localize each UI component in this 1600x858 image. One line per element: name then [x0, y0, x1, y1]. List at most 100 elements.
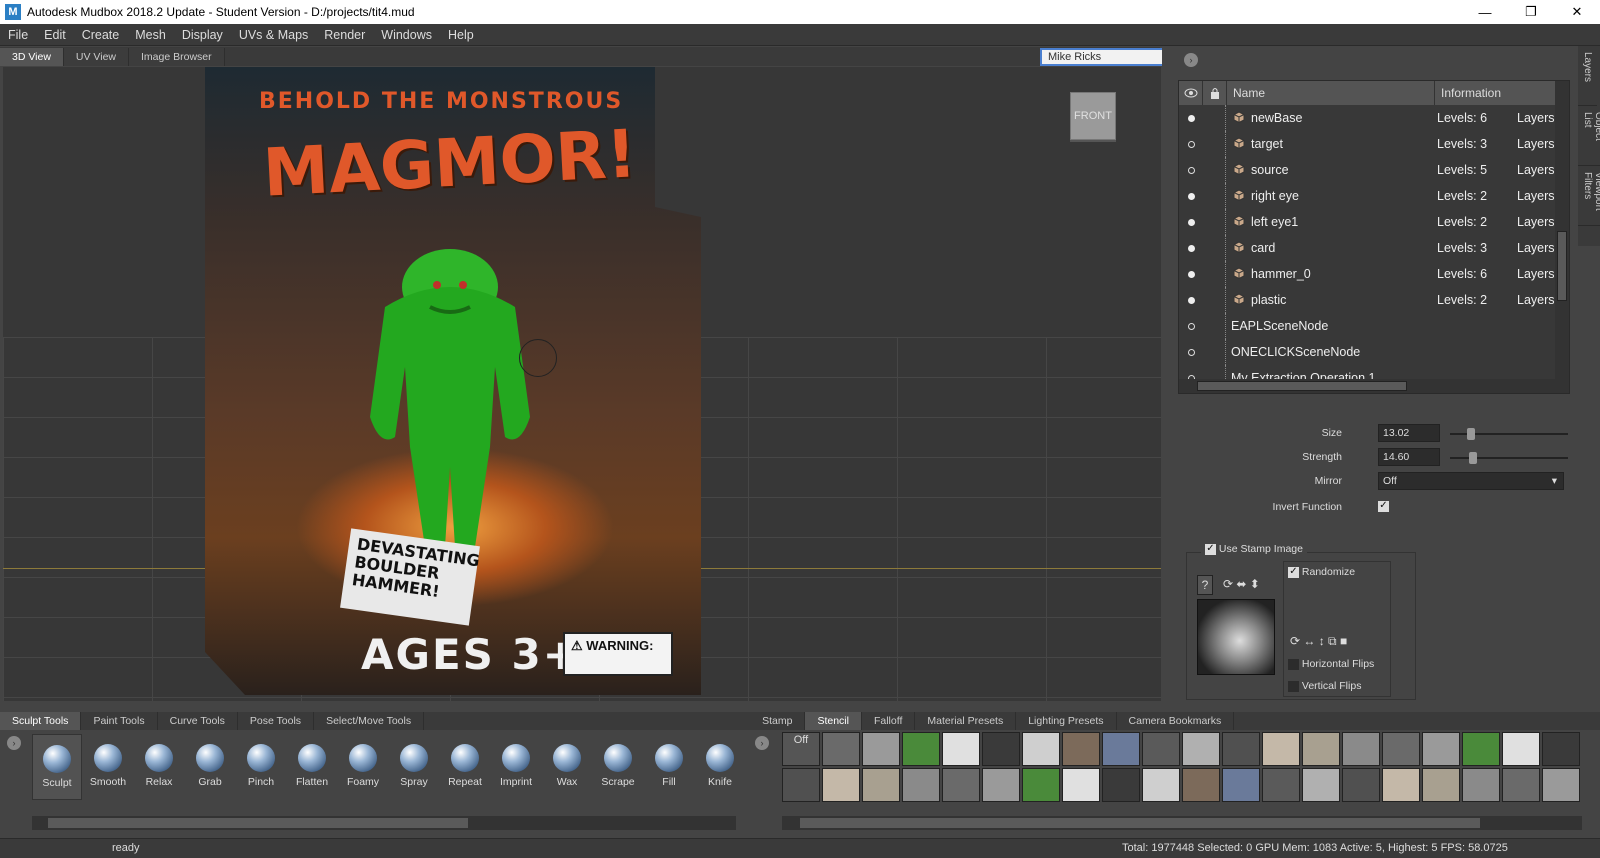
stencil-thumbnail[interactable] — [1422, 768, 1460, 802]
object-list-vscrollbar[interactable] — [1555, 81, 1569, 393]
object-list-row[interactable]: ONECLICKSceneNode — [1179, 339, 1569, 365]
menu-edit[interactable]: Edit — [36, 28, 74, 42]
hflip-checkbox[interactable] — [1288, 658, 1299, 670]
visibility-dot[interactable] — [1179, 244, 1203, 252]
tab-sculpt-tools[interactable]: Sculpt Tools — [0, 712, 82, 730]
stencil-thumbnail[interactable] — [1222, 732, 1260, 766]
strength-slider-knob[interactable] — [1468, 452, 1477, 464]
visibility-dot[interactable] — [1179, 322, 1203, 330]
object-list-row[interactable]: source Levels: 5 Layers — [1179, 157, 1569, 183]
stencil-thumbnail[interactable] — [902, 768, 940, 802]
stencil-thumbnail[interactable] — [1462, 768, 1500, 802]
visibility-dot[interactable] — [1179, 218, 1203, 226]
menu-mesh[interactable]: Mesh — [127, 28, 174, 42]
stencil-thumbnail[interactable] — [862, 732, 900, 766]
visibility-dot[interactable] — [1179, 114, 1203, 122]
tool-grab[interactable]: Grab — [185, 734, 235, 800]
lock-column-icon[interactable] — [1203, 81, 1227, 105]
invert-checkbox[interactable]: ✓ — [1378, 501, 1389, 512]
stencil-thumbnail[interactable] — [1342, 768, 1380, 802]
green-monster-mesh[interactable] — [355, 247, 545, 547]
side-tab-layers[interactable]: Layers — [1578, 46, 1597, 106]
size-slider-knob[interactable] — [1466, 428, 1475, 440]
side-tab-viewport-filters[interactable]: Viewport Filters — [1578, 166, 1600, 226]
visibility-dot[interactable] — [1179, 140, 1203, 148]
tool-fill[interactable]: Fill — [644, 734, 694, 800]
tool-wax[interactable]: Wax — [542, 734, 592, 800]
tool-spray[interactable]: Spray — [389, 734, 439, 800]
tab-material-presets[interactable]: Material Presets — [915, 712, 1017, 730]
stencil-off[interactable]: Off — [782, 732, 820, 766]
stencil-thumbnail[interactable] — [782, 768, 820, 802]
visibility-dot[interactable] — [1179, 166, 1203, 174]
tool-pinch[interactable]: Pinch — [236, 734, 286, 800]
rotate-flip-icons[interactable]: ⟳ ⬌ ⬍ — [1223, 577, 1260, 591]
minimize-button[interactable]: — — [1462, 0, 1508, 24]
size-input[interactable]: 13.02 — [1378, 424, 1440, 442]
stencil-thumbnail[interactable] — [1102, 768, 1140, 802]
help-icon[interactable]: ? — [1197, 575, 1213, 595]
stencil-thumbnail[interactable] — [1382, 768, 1420, 802]
object-list-row[interactable]: plastic Levels: 2 Layers — [1179, 287, 1569, 313]
tab-falloff[interactable]: Falloff — [862, 712, 916, 730]
stencil-hscrollbar[interactable] — [782, 816, 1582, 830]
object-list-row[interactable]: hammer_0 Levels: 6 Layers — [1179, 261, 1569, 287]
size-slider[interactable] — [1450, 428, 1568, 440]
visibility-dot[interactable] — [1179, 348, 1203, 356]
object-list-row[interactable]: right eye Levels: 2 Layers — [1179, 183, 1569, 209]
poster-card-mesh[interactable]: BEHOLD THE MONSTROUS MAGMOR! DEVASTATING… — [205, 67, 701, 695]
tool-repeat[interactable]: Repeat — [440, 734, 490, 800]
tab-camera-bookmarks[interactable]: Camera Bookmarks — [1117, 712, 1235, 730]
column-information[interactable]: Information — [1435, 86, 1501, 100]
menu-display[interactable]: Display — [174, 28, 231, 42]
restore-button[interactable]: ❐ — [1508, 0, 1554, 24]
object-list-row[interactable]: EAPLSceneNode — [1179, 313, 1569, 339]
stencil-thumbnail[interactable] — [822, 768, 860, 802]
stencil-thumbnail[interactable] — [1342, 732, 1380, 766]
tab-image-browser[interactable]: Image Browser — [129, 48, 225, 66]
stencil-thumbnail[interactable] — [1502, 732, 1540, 766]
randomize-checkbox[interactable]: ✓ — [1288, 566, 1299, 578]
tool-flatten[interactable]: Flatten — [287, 734, 337, 800]
menu-create[interactable]: Create — [74, 28, 128, 42]
stencil-thumbnail[interactable] — [1302, 732, 1340, 766]
menu-file[interactable]: File — [0, 28, 36, 42]
object-list-row[interactable]: newBase Levels: 6 Layers — [1179, 105, 1569, 131]
stencil-thumbnail[interactable] — [1062, 732, 1100, 766]
stencil-thumbnail[interactable] — [1022, 732, 1060, 766]
visibility-dot[interactable] — [1179, 296, 1203, 304]
stencil-thumbnail[interactable] — [1302, 768, 1340, 802]
tool-relax[interactable]: Relax — [134, 734, 184, 800]
menu-windows[interactable]: Windows — [373, 28, 440, 42]
object-list-row[interactable]: left eye1 Levels: 2 Layers — [1179, 209, 1569, 235]
stencil-thumbnail[interactable] — [1422, 732, 1460, 766]
tab-uv-view[interactable]: UV View — [63, 48, 129, 66]
tab-lighting-presets[interactable]: Lighting Presets — [1016, 712, 1117, 730]
tab-3d-view[interactable]: 3D View — [0, 48, 64, 66]
strength-input[interactable]: 14.60 — [1378, 448, 1440, 466]
stencil-thumbnail[interactable] — [862, 768, 900, 802]
object-list-row[interactable]: card Levels: 3 Layers — [1179, 235, 1569, 261]
stencil-thumbnail[interactable] — [1462, 732, 1500, 766]
side-tab-object-list[interactable]: Object List — [1578, 106, 1600, 166]
camera-dropdown[interactable]: Mike Ricks — [1040, 48, 1164, 66]
mirror-dropdown[interactable]: Off ▾ — [1378, 472, 1564, 490]
tool-scrape[interactable]: Scrape — [593, 734, 643, 800]
tool-foamy[interactable]: Foamy — [338, 734, 388, 800]
visibility-dot[interactable] — [1179, 270, 1203, 278]
object-list-hscrollbar[interactable] — [1179, 379, 1557, 393]
stencil-thumbnail[interactable] — [1542, 732, 1580, 766]
stencil-thumbnail[interactable] — [1262, 768, 1300, 802]
3d-viewport[interactable]: BEHOLD THE MONSTROUS MAGMOR! DEVASTATING… — [3, 67, 1161, 701]
visibility-column-icon[interactable] — [1179, 81, 1203, 105]
use-stamp-checkbox[interactable]: ✓ — [1205, 543, 1216, 555]
stencil-thumbnail[interactable] — [1542, 768, 1580, 802]
stencil-thumbnail[interactable] — [942, 768, 980, 802]
object-list-row[interactable]: target Levels: 3 Layers — [1179, 131, 1569, 157]
stencil-thumbnail[interactable] — [1062, 768, 1100, 802]
stencil-thumbnail[interactable] — [982, 768, 1020, 802]
stencil-thumbnail[interactable] — [1382, 732, 1420, 766]
stencil-thumbnail[interactable] — [1222, 768, 1260, 802]
tool-sculpt[interactable]: Sculpt — [32, 734, 82, 800]
tab-pose-tools[interactable]: Pose Tools — [238, 712, 315, 730]
